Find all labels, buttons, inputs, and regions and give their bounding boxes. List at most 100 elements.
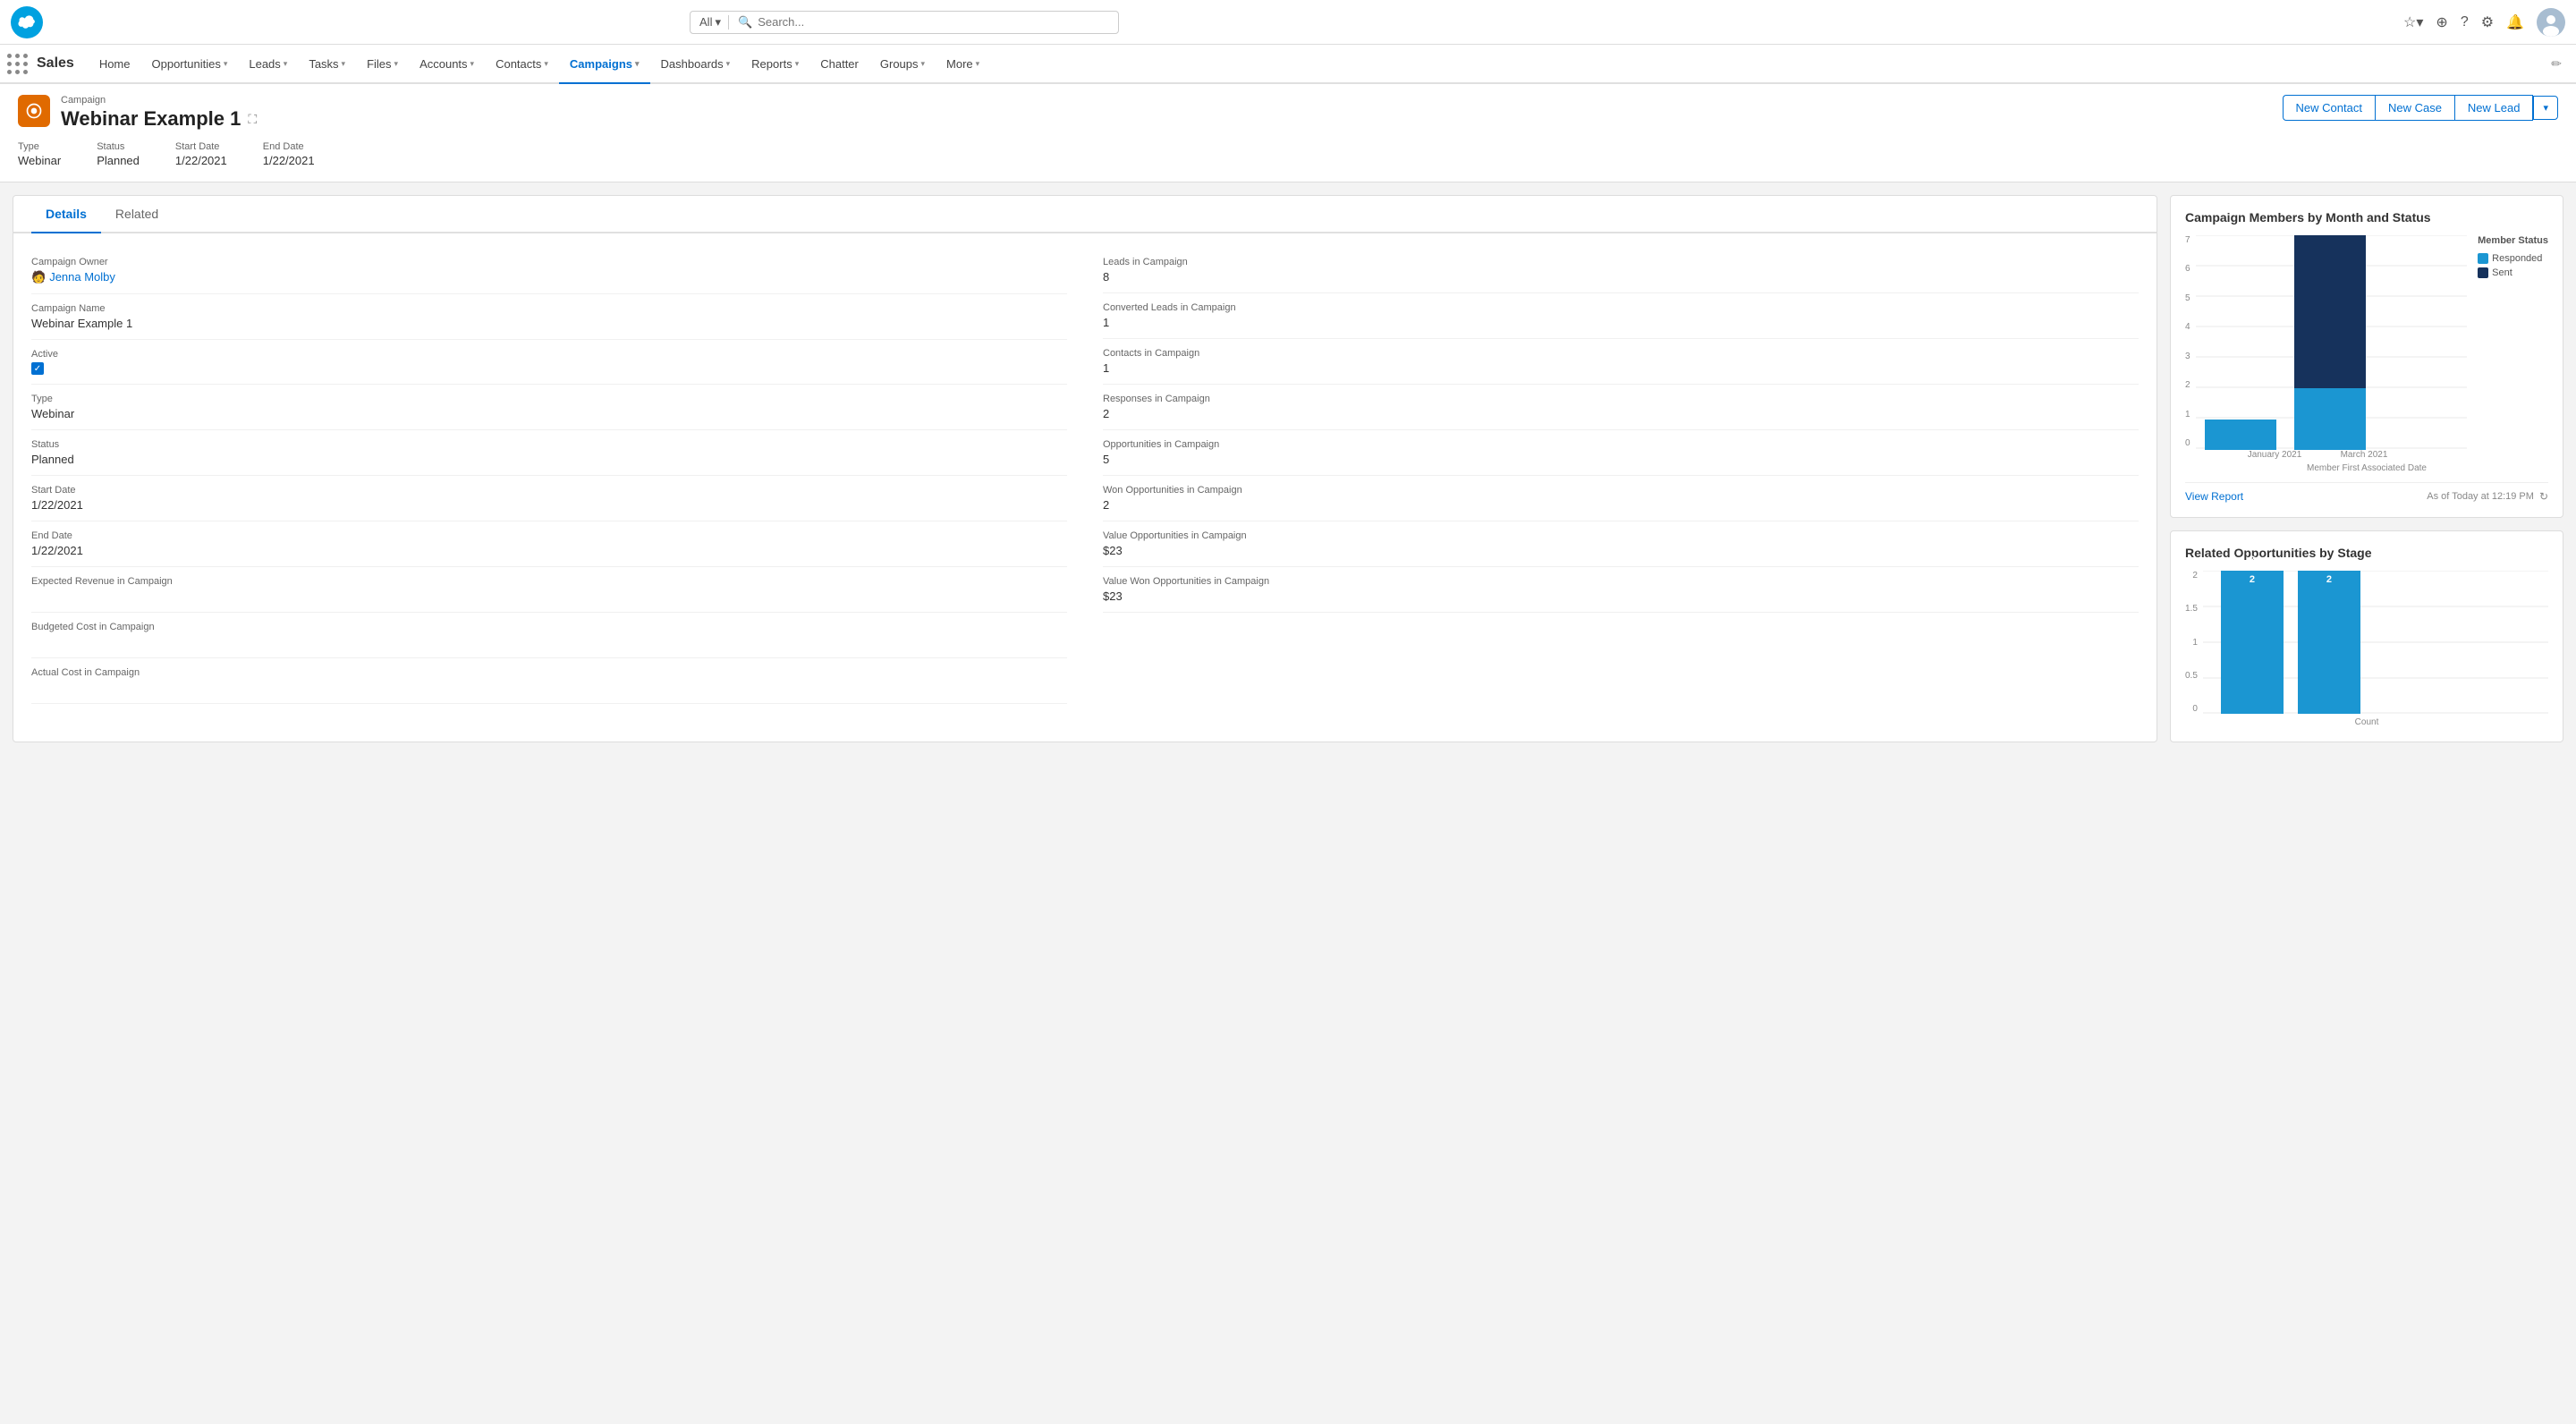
field-actual-cost: Actual Cost in Campaign ✎	[31, 658, 1067, 704]
field-opportunities-in-campaign: Opportunities in Campaign 5	[1103, 430, 2139, 476]
legend-responded: Responded	[2478, 253, 2548, 264]
chevron-down-icon: ▾	[795, 59, 800, 69]
favorites-icon[interactable]: ☆▾	[2403, 13, 2423, 31]
new-contact-button[interactable]: New Contact	[2283, 95, 2375, 121]
record-title: Webinar Example 1	[61, 107, 241, 131]
record-type-label: Campaign	[61, 95, 257, 106]
left-fields: Campaign Owner 🧑Jenna Molby ✎ Campaign N…	[31, 248, 1067, 704]
nav-item-home[interactable]: Home	[89, 45, 141, 84]
tab-details[interactable]: Details	[31, 196, 101, 233]
chart2-area: 2 2 2	[2203, 571, 2548, 714]
avatar[interactable]	[2537, 8, 2565, 37]
field-contacts-in-campaign: Contacts in Campaign 1	[1103, 339, 2139, 385]
nav-item-leads[interactable]: Leads ▾	[238, 45, 298, 84]
chevron-down-icon: ▾	[726, 59, 731, 69]
meta-start-date-value: 1/22/2021	[175, 154, 227, 167]
plus-icon[interactable]: ⊕	[2436, 13, 2447, 31]
field-type: Type Webinar ✎	[31, 385, 1067, 430]
meta-end-date-label: End Date	[263, 141, 315, 152]
nav-item-files[interactable]: Files ▾	[356, 45, 409, 84]
chart1-x-title: Member First Associated Date	[2185, 463, 2548, 473]
chevron-down-icon: ▾	[342, 59, 346, 69]
chevron-down-icon: ▾	[976, 59, 980, 69]
nav-bar: Sales Home Opportunities ▾ Leads ▾ Tasks…	[0, 45, 2576, 84]
nav-item-reports[interactable]: Reports ▾	[741, 45, 809, 84]
chart1-wrapper: 7 6 5 4 3 2 1 0	[2185, 235, 2548, 450]
meta-status: Status Planned	[97, 141, 140, 167]
field-owner-link[interactable]: 🧑Jenna Molby	[31, 270, 115, 284]
nav-item-campaigns[interactable]: Campaigns ▾	[559, 45, 650, 84]
search-filter[interactable]: All ▾	[699, 15, 729, 30]
chart2-y-title: Count	[2185, 717, 2548, 727]
bar-group-2: 2	[2298, 571, 2360, 714]
bell-icon[interactable]: 🔔	[2506, 13, 2524, 31]
bar-stack-mar	[2294, 235, 2366, 450]
app-launcher-icon[interactable]	[7, 54, 28, 74]
chevron-down-icon: ▾	[635, 59, 640, 69]
field-active: Active ✓ ✎	[31, 340, 1067, 385]
nav-item-more[interactable]: More ▾	[936, 45, 990, 84]
bar-group-jan	[2205, 420, 2276, 450]
field-campaign-owner: Campaign Owner 🧑Jenna Molby ✎	[31, 248, 1067, 294]
chart1-footer: View Report As of Today at 12:19 PM ↻	[2185, 482, 2548, 503]
nav-item-dashboards[interactable]: Dashboards ▾	[650, 45, 741, 84]
legend-sent-label: Sent	[2492, 267, 2512, 278]
view-report-link[interactable]: View Report	[2185, 490, 2243, 503]
new-case-button[interactable]: New Case	[2375, 95, 2454, 121]
hierarchy-icon[interactable]: ⛶	[248, 112, 257, 127]
field-value-opportunities: Value Opportunities in Campaign $23	[1103, 521, 2139, 567]
bar1-value-label: 2	[2250, 555, 2255, 565]
nav-item-groups[interactable]: Groups ▾	[869, 45, 936, 84]
bar-group-mar	[2294, 235, 2366, 450]
active-checkbox[interactable]: ✓	[31, 362, 44, 375]
nav-item-contacts[interactable]: Contacts ▾	[485, 45, 559, 84]
left-panel: Details Related Campaign Owner 🧑Jenna Mo…	[13, 195, 2157, 742]
field-leads-in-campaign: Leads in Campaign 8	[1103, 248, 2139, 293]
chevron-down-icon: ▾	[470, 59, 475, 69]
legend-responded-label: Responded	[2492, 253, 2542, 264]
chevron-down-icon: ▾	[284, 59, 288, 69]
chevron-down-icon: ▾	[544, 59, 548, 69]
meta-end-date: End Date 1/22/2021	[263, 141, 315, 167]
header-actions-dropdown[interactable]: ▾	[2533, 96, 2558, 120]
meta-status-value: Planned	[97, 154, 140, 167]
meta-start-date: Start Date 1/22/2021	[175, 141, 227, 167]
field-expected-revenue: Expected Revenue in Campaign ✎	[31, 567, 1067, 613]
new-lead-button[interactable]: New Lead	[2454, 95, 2534, 121]
nav-item-tasks[interactable]: Tasks ▾	[298, 45, 356, 84]
field-end-date: End Date 1/22/2021 ✎	[31, 521, 1067, 567]
nav-edit-icon[interactable]: ✏	[2544, 56, 2569, 72]
search-bar: All ▾ 🔍	[690, 11, 1119, 34]
chart1-area	[2196, 235, 2468, 450]
header-actions: New Contact New Case New Lead ▾	[2283, 95, 2558, 121]
chevron-down-icon: ▾	[394, 59, 399, 69]
chart1-timestamp-area: As of Today at 12:19 PM ↻	[2427, 490, 2548, 503]
record-header-info: Campaign Webinar Example 1 ⛶	[61, 95, 257, 131]
question-icon[interactable]: ?	[2461, 14, 2469, 30]
form-content: Campaign Owner 🧑Jenna Molby ✎ Campaign N…	[13, 233, 2157, 718]
bar-stack-jan	[2205, 420, 2276, 450]
bar2: 2	[2298, 571, 2360, 714]
bar-responded-jan	[2205, 420, 2276, 450]
chart2-wrapper: 2 1.5 1 0.5 0	[2185, 571, 2548, 714]
chevron-down-icon: ▾	[921, 59, 926, 69]
legend-title: Member Status	[2478, 235, 2548, 246]
search-input[interactable]	[758, 15, 1109, 29]
nav-item-accounts[interactable]: Accounts ▾	[409, 45, 485, 84]
meta-status-label: Status	[97, 141, 140, 152]
gear-icon[interactable]: ⚙	[2481, 13, 2494, 31]
x-label-mar: March 2021	[2328, 450, 2400, 460]
record-icon	[18, 95, 50, 127]
tab-related[interactable]: Related	[101, 196, 173, 233]
field-responses-in-campaign: Responses in Campaign 2	[1103, 385, 2139, 430]
legend-responded-dot	[2478, 253, 2488, 264]
salesforce-logo[interactable]	[11, 6, 43, 38]
meta-type-label: Type	[18, 141, 61, 152]
bar1: 2	[2221, 571, 2284, 714]
chart2-y-axis: 2 1.5 1 0.5 0	[2185, 571, 2198, 714]
nav-item-chatter[interactable]: Chatter	[809, 45, 869, 84]
page-header-top: Campaign Webinar Example 1 ⛶ New Contact…	[18, 95, 2558, 131]
nav-item-opportunities[interactable]: Opportunities ▾	[141, 45, 239, 84]
refresh-icon[interactable]: ↻	[2539, 490, 2548, 503]
field-converted-leads: Converted Leads in Campaign 1	[1103, 293, 2139, 339]
